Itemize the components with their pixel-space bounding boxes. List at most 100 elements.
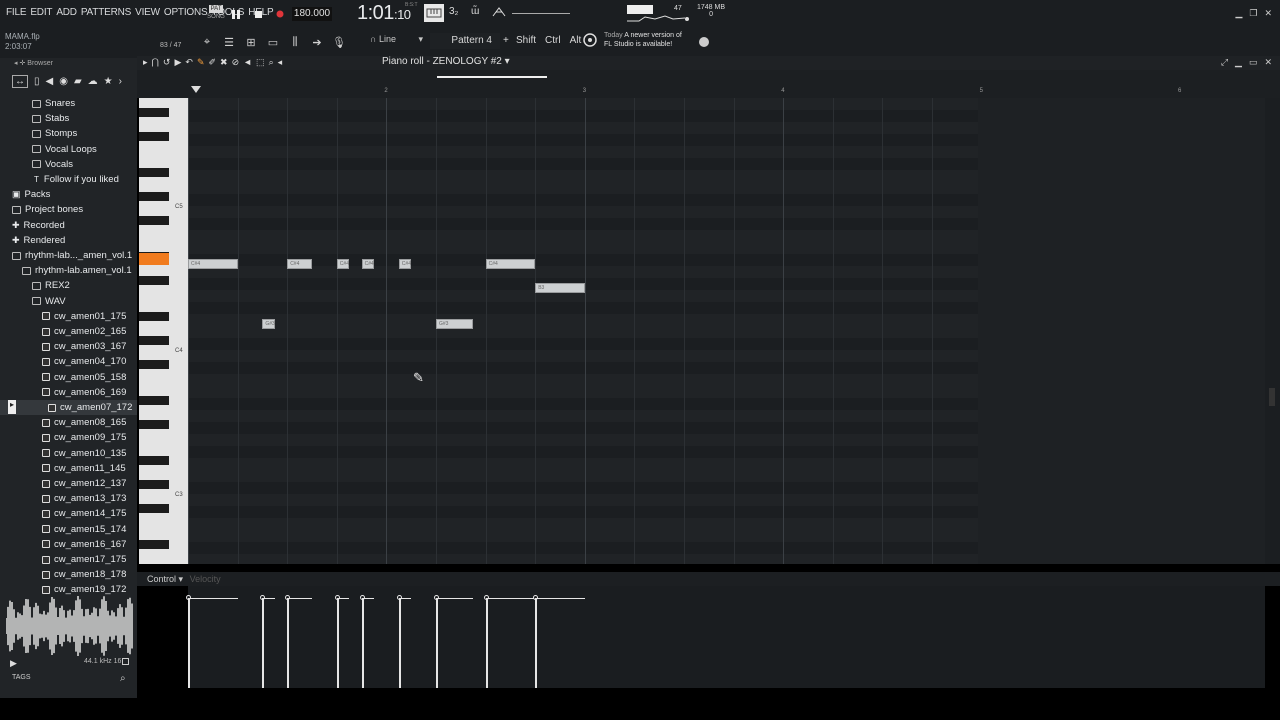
maximize-icon[interactable]: ▭ [1249,57,1258,68]
browser-item[interactable]: Vocals [0,157,73,172]
velocity-bar[interactable] [535,598,538,688]
black-key[interactable] [139,336,169,345]
piano-keyboard[interactable]: C5 C4 C3 [139,98,188,564]
step-edit-icon[interactable]: ɯ̃ [471,6,479,17]
browser-item[interactable]: cw_amen10_135 [0,446,126,461]
velocity-bar[interactable] [287,598,290,688]
pattern-selector[interactable]: Pattern 4 [430,33,500,49]
close-icon[interactable]: ✕ [1264,57,1272,68]
menu-patterns[interactable]: PATTERNS [81,7,131,18]
black-key[interactable] [139,420,169,429]
browser-item[interactable]: cw_amen04_170 [0,354,126,369]
pause-button[interactable] [230,6,242,22]
zoom-icon[interactable]: ⌕ [269,57,274,68]
pencil-icon[interactable]: ✎ [197,57,205,68]
browser-item[interactable]: cw_amen11_145 [0,461,126,476]
news-panel[interactable]: Today A newer version of FL Studio is av… [604,31,682,49]
browser-item[interactable]: cw_amen05_158 [0,370,126,385]
horizontal-scrollbar[interactable] [437,76,547,78]
menu-view[interactable]: VIEW [135,7,160,18]
mixer-icon[interactable]: ⫼ [288,35,302,49]
play-preview-icon[interactable]: ▶ [10,658,17,669]
browser-item[interactable]: Snares [0,96,75,111]
snap-icon[interactable]: ⌖ [200,35,214,49]
vertical-scrollbar[interactable] [1265,98,1280,564]
velocity-bar[interactable] [262,598,265,688]
black-key[interactable] [139,216,169,225]
black-key[interactable] [139,456,169,465]
velocity-bar[interactable] [485,598,488,688]
record-button[interactable] [274,6,286,22]
snap-selector[interactable]: ∩ Line ▾ [370,34,423,45]
online-icon[interactable] [697,34,711,51]
star-icon[interactable]: ★ [104,76,113,87]
tags-label[interactable]: TAGS [12,674,31,681]
countdown-icon[interactable]: 3₂ [449,6,458,17]
alt-key[interactable]: Alt [570,35,582,46]
browser-item[interactable]: rhythm-lab..._amen_vol.1 [0,248,132,263]
midi-note[interactable]: B3 [535,283,585,293]
chevron-down-icon[interactable]: ▾ [505,56,510,67]
midi-note[interactable]: C#4 [485,259,536,269]
blend-notes-button[interactable] [492,6,506,21]
scroll-thumb[interactable] [1269,388,1275,406]
master-volume-slider[interactable] [512,13,570,14]
browser-item[interactable]: cw_amen13_173 [0,491,126,506]
midi-note[interactable]: C#4 [361,259,374,269]
velocity-bar[interactable] [336,598,339,688]
playhead-marker-icon[interactable] [191,86,201,93]
undo-icon[interactable]: ↶ [185,57,193,68]
play-marker-icon[interactable]: ▸ [8,400,16,414]
browser-item[interactable]: cw_amen03_167 [0,339,126,354]
typing-keyboard-button[interactable] [424,4,444,22]
browser-item[interactable]: Stomps [0,126,77,141]
midi-note[interactable]: C#4 [287,259,312,269]
pat-song-toggle[interactable]: PAT SONG [206,4,226,22]
browser-item[interactable]: cw_amen19_172 [0,582,126,596]
slice-icon[interactable]: ◄ [243,57,252,68]
black-key[interactable] [139,360,169,369]
file-icon[interactable]: ▯ [34,76,40,87]
arrow-right-icon[interactable]: ➔ [310,35,324,49]
black-key[interactable] [139,108,169,117]
velocity-bar[interactable] [436,598,438,688]
browser-item[interactable]: cw_amen18_178 [0,567,126,582]
browser-item[interactable]: cw_amen17_175 [0,552,126,567]
microphone-icon[interactable]: 🎙 [332,35,346,49]
browser-item[interactable]: cw_amen08_165 [0,415,126,430]
browser-item[interactable]: WAV [0,294,66,309]
black-key[interactable] [139,276,169,285]
playback-icon[interactable]: ◂ [278,57,283,68]
grid-icon[interactable]: ⊞ [244,35,258,49]
black-key[interactable] [139,396,169,405]
browser-item[interactable]: ✚ Rendered [0,233,65,248]
browse-all-icon[interactable]: ↔ [12,74,28,88]
play-icon[interactable]: ▶ [174,57,181,68]
velocity-bar[interactable] [188,598,190,688]
browser-item[interactable]: ▣ Packs [0,187,50,202]
browser-item[interactable]: rhythm-lab.amen_vol.1 [0,263,132,278]
sample-preview-waveform[interactable] [5,596,134,666]
magnet-icon[interactable]: ⋂ [152,57,159,68]
browser-item[interactable]: cw_amen15_174 [0,522,126,537]
midi-note[interactable]: G#3 [262,319,275,329]
black-key[interactable] [139,540,169,549]
midi-note[interactable]: C#4 [336,259,350,269]
folder-icon[interactable]: ▰ [74,76,82,87]
delete-icon[interactable]: ✖ [220,57,228,68]
minimize-icon[interactable]: ▁ [1235,57,1242,68]
news-icon[interactable] [582,32,598,51]
midi-note[interactable]: C#4 [188,259,238,269]
browser-item[interactable]: Vocal Loops [0,142,97,157]
browser-item[interactable]: Stabs [0,111,69,126]
browser-item[interactable]: cw_amen14_175 [0,506,126,521]
menu-edit[interactable]: EDIT [30,7,52,18]
browser-item[interactable]: cw_amen02_165 [0,324,126,339]
shift-key[interactable]: Shift [516,35,536,46]
close-icon[interactable]: ✕ [1264,8,1272,19]
ctrl-key[interactable]: Ctrl [545,35,561,46]
tempo-display[interactable]: 180.000 [292,7,332,21]
mute-icon[interactable]: ⊘ [232,57,240,68]
browser-item[interactable]: Project bones [0,202,83,217]
paint-icon[interactable]: ✐ [208,57,216,68]
